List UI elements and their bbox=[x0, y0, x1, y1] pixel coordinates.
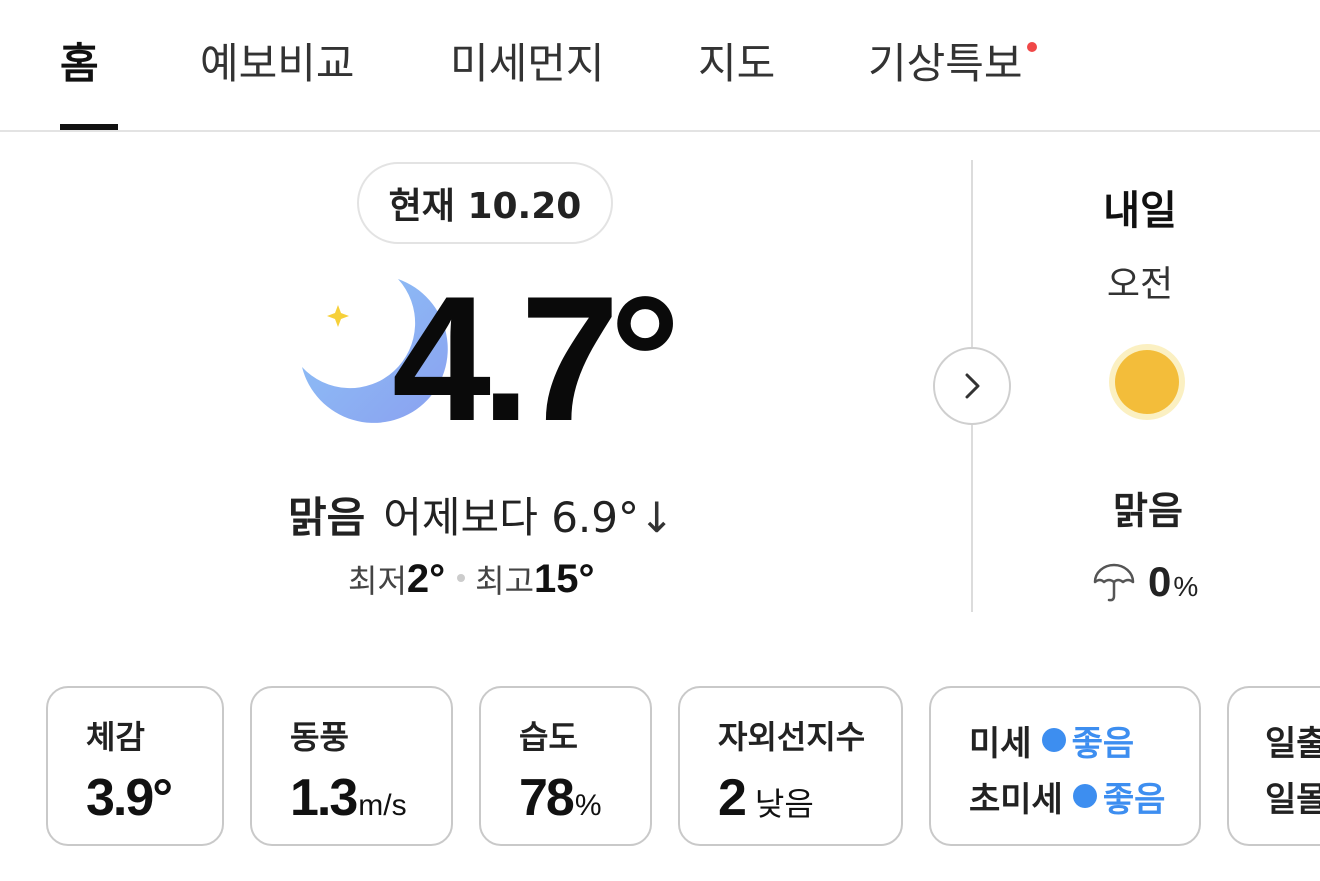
current-time-badge: 현재 10.20 bbox=[357, 162, 613, 244]
compare-yesterday: 어제보다 6.9° bbox=[383, 493, 639, 542]
tomorrow-rain-chance: 0% bbox=[1092, 558, 1198, 606]
rain-value: 0 bbox=[1148, 558, 1172, 605]
feels-like-card[interactable]: 체감 3.9° bbox=[46, 686, 224, 846]
tab-home-label: 홈 bbox=[60, 39, 99, 88]
min-value: 2° bbox=[406, 557, 446, 601]
uv-level: 낮음 bbox=[754, 786, 814, 822]
sunrise-label: 일출 bbox=[1265, 723, 1320, 764]
max-label: 최고 bbox=[475, 562, 535, 600]
humidity-value-line: 78% bbox=[519, 768, 650, 828]
tab-weather-alert[interactable]: 기상특보 bbox=[868, 30, 1037, 130]
uv-index-label: 자외선지수 bbox=[718, 718, 866, 756]
pm10-status-dot bbox=[1041, 728, 1066, 752]
separator-dot bbox=[457, 574, 466, 582]
tab-home[interactable]: 홈 bbox=[60, 30, 118, 130]
sunrise-row: 일출 bbox=[1265, 714, 1320, 766]
umbrella-icon bbox=[1093, 563, 1135, 602]
tab-forecast-compare-label: 예보비교 bbox=[200, 39, 355, 88]
humidity-label: 습도 bbox=[519, 718, 578, 756]
humidity-value: 78 bbox=[519, 769, 575, 827]
tomorrow-condition: 맑음 bbox=[1113, 489, 1183, 533]
humidity-unit: % bbox=[574, 789, 602, 822]
pm10-status: 좋음 bbox=[1071, 723, 1135, 764]
next-forecast-button[interactable] bbox=[933, 347, 1011, 425]
rain-unit: % bbox=[1173, 571, 1199, 602]
feels-like-value: 3.9° bbox=[86, 769, 173, 827]
pm25-row: 초미세 좋음 bbox=[969, 770, 1199, 822]
tab-fine-dust-label: 미세먼지 bbox=[450, 39, 605, 88]
uv-index-card[interactable]: 자외선지수 2 낮음 bbox=[678, 686, 903, 846]
condition-line: 맑음 어제보다 6.9°↓ bbox=[288, 484, 674, 545]
tab-fine-dust[interactable]: 미세먼지 bbox=[450, 30, 605, 130]
pm25-status-dot bbox=[1072, 784, 1097, 808]
pm25-status: 좋음 bbox=[1102, 779, 1166, 820]
current-condition: 맑음 bbox=[288, 493, 366, 542]
wind-unit: m/s bbox=[358, 789, 407, 822]
tab-map-label: 지도 bbox=[698, 39, 776, 88]
max-value: 15° bbox=[534, 557, 595, 601]
chevron-right-icon bbox=[965, 373, 980, 399]
pm10-row: 미세 좋음 bbox=[969, 714, 1199, 766]
humidity-card[interactable]: 습도 78% bbox=[479, 686, 652, 846]
alert-dot-icon bbox=[1026, 42, 1037, 52]
min-max-temperature: 최저2° 최고15° bbox=[348, 556, 595, 602]
tomorrow-title: 내일 bbox=[1103, 188, 1177, 234]
feels-like-label: 체감 bbox=[86, 718, 145, 756]
sunset-row: 일몰 bbox=[1265, 770, 1320, 822]
uv-value: 2 bbox=[718, 769, 747, 827]
wind-value-line: 1.3m/s bbox=[290, 768, 451, 828]
tomorrow-period: 오전 bbox=[1106, 264, 1174, 305]
current-temperature: 4.7° bbox=[392, 259, 681, 458]
wind-value: 1.3 bbox=[290, 769, 358, 827]
min-label: 최저 bbox=[348, 562, 407, 600]
pm10-label: 미세 bbox=[969, 723, 1032, 764]
sunset-label: 일몰 bbox=[1265, 779, 1320, 820]
fine-dust-card[interactable]: 미세 좋음 초미세 좋음 bbox=[929, 686, 1201, 846]
pm25-label: 초미세 bbox=[969, 779, 1063, 820]
down-arrow-icon: ↓ bbox=[639, 493, 675, 542]
wind-card[interactable]: 동풍 1.3m/s bbox=[250, 686, 453, 846]
sunrise-sunset-card[interactable]: 일출 일몰 bbox=[1227, 686, 1320, 846]
sun-icon bbox=[1109, 344, 1185, 420]
tab-bar: 홈 예보비교 미세먼지 지도 기상특보 bbox=[0, 0, 1320, 132]
current-time-text: 현재 10.20 bbox=[388, 186, 582, 227]
wind-label: 동풍 bbox=[290, 718, 349, 756]
tab-weather-alert-label: 기상특보 bbox=[868, 39, 1023, 88]
tab-forecast-compare[interactable]: 예보비교 bbox=[200, 30, 355, 130]
tab-map[interactable]: 지도 bbox=[698, 30, 775, 130]
uv-value-line: 2 낮음 bbox=[718, 768, 901, 828]
